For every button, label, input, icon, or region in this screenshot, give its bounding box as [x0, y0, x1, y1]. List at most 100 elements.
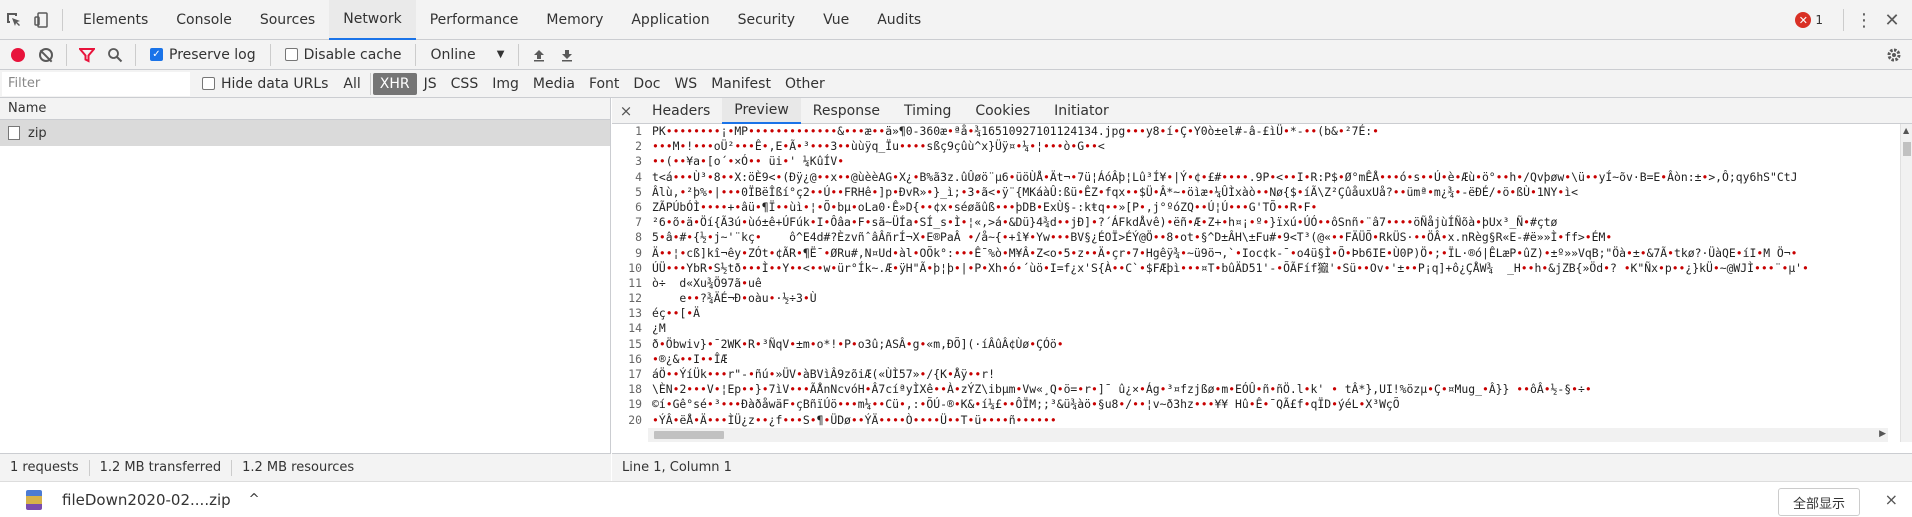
- download-bar: fileDown2020-02....zip ^ 全部显示 ×: [0, 481, 1912, 517]
- tab-initiator[interactable]: Initiator: [1042, 98, 1121, 124]
- filter-bar: Hide data URLs All XHR JS CSS Img Media …: [0, 70, 1912, 98]
- preview-line: 16 •®¿&••I••ÎÆ: [612, 352, 1900, 367]
- zip-file-icon[interactable]: [26, 489, 42, 510]
- line-number: 20: [628, 412, 642, 427]
- line-number: 4: [635, 169, 642, 184]
- scrollbar-thumb[interactable]: [1903, 142, 1911, 156]
- line-text: Âlù,•²þ%•|•••0ÏBëÎßí°ç2••Ú••FRHê•]p•ÐvR»…: [652, 184, 1578, 199]
- search-button[interactable]: [101, 40, 129, 70]
- line-number: 10: [628, 260, 642, 275]
- hide-data-urls-label: Hide data URLs: [221, 75, 329, 92]
- table-row[interactable]: zip: [0, 120, 610, 146]
- filter-toggle-button[interactable]: [73, 40, 101, 70]
- tab-performance[interactable]: Performance: [416, 0, 533, 40]
- filter-type-img[interactable]: Img: [485, 73, 526, 95]
- tab-sources[interactable]: Sources: [246, 0, 329, 40]
- more-options-icon[interactable]: ⋮: [1850, 0, 1878, 40]
- tab-timing[interactable]: Timing: [892, 98, 963, 124]
- close-icon[interactable]: ×: [1885, 490, 1898, 509]
- preview-line: 9 Ä••¦•cß]kî¬êy•ZÓt•¢ÃR•¶Ë¯•ØRu#,N¤Ud•àl•…: [612, 246, 1900, 261]
- clear-button[interactable]: [32, 40, 60, 70]
- show-all-button[interactable]: 全部显示: [1777, 488, 1860, 516]
- tab-headers[interactable]: Headers: [640, 98, 722, 124]
- filter-type-xhr[interactable]: XHR: [372, 72, 417, 95]
- line-text: ZÃPÚbÓÌ••••+•âü•¶Ï••ùì•¦•Õ•bµ•oLa0·Ê»D{•…: [652, 199, 1318, 214]
- request-list: Name zip: [0, 98, 611, 453]
- chevron-up-icon[interactable]: ^: [249, 492, 260, 507]
- tab-memory[interactable]: Memory: [532, 0, 617, 40]
- filter-type-manifest[interactable]: Manifest: [704, 73, 778, 95]
- tab-elements[interactable]: Elements: [69, 0, 162, 40]
- filter-type-other[interactable]: Other: [778, 73, 832, 95]
- tab-preview[interactable]: Preview: [722, 97, 801, 124]
- network-settings-button[interactable]: [1880, 40, 1908, 70]
- separator: [518, 43, 520, 66]
- tab-response[interactable]: Response: [801, 98, 892, 124]
- line-text: •®¿&••I••ÎÆ: [652, 351, 728, 366]
- scrollbar-thumb[interactable]: [654, 431, 724, 439]
- export-har-button[interactable]: [553, 40, 581, 70]
- close-details-icon[interactable]: ×: [612, 102, 640, 120]
- filter-type-doc[interactable]: Doc: [626, 73, 667, 95]
- preview-line: 14 ¿M: [612, 321, 1900, 336]
- separator: [62, 8, 63, 31]
- scroll-right-icon[interactable]: ▶: [1879, 429, 1886, 439]
- preview-line: 6 ZÃPÚbÓÌ••••+•âü•¶Ï••ùì•¦•Õ•bµ•oLa0·Ê»D{…: [612, 200, 1900, 215]
- line-text: •ÝÂ•ëÅ•Ä•••ÌÜ¿z••¿f•••S•¶•ÜDø••ÝÄ••••Ò••…: [652, 412, 1057, 427]
- filter-type-ws[interactable]: WS: [667, 73, 704, 95]
- vertical-scrollbar[interactable]: ▲: [1900, 124, 1912, 442]
- filter-type-font[interactable]: Font: [582, 73, 626, 95]
- tab-audits[interactable]: Audits: [863, 0, 935, 40]
- download-filename[interactable]: fileDown2020-02....zip: [62, 491, 231, 509]
- column-header-name[interactable]: Name: [0, 98, 610, 120]
- error-icon[interactable]: ✕: [1795, 12, 1812, 28]
- record-icon: [11, 47, 25, 62]
- request-details: × Headers Preview Response Timing Cookie…: [612, 97, 1912, 481]
- hide-data-urls-checkbox[interactable]: Hide data URLs: [194, 76, 336, 92]
- request-count: 1 requests: [10, 460, 79, 475]
- disable-cache-checkbox[interactable]: Disable cache: [277, 47, 410, 63]
- preserve-log-checkbox[interactable]: ✓ Preserve log: [142, 47, 264, 63]
- line-number: 19: [628, 397, 642, 412]
- cursor-position: Line 1, Column 1: [612, 453, 1912, 481]
- line-number: 15: [628, 336, 642, 351]
- separator: [66, 43, 67, 66]
- filter-type-js[interactable]: JS: [417, 73, 444, 95]
- device-toolbar-icon[interactable]: [28, 0, 56, 40]
- scroll-up-icon[interactable]: ▲: [1903, 126, 1909, 135]
- line-text: ²6•õ•ä•Öí{Ã3ú•ùó±ê+ÚFúk•I•Ôâa•F•sã~ÜÍa•S…: [652, 215, 1558, 230]
- record-button[interactable]: [4, 40, 32, 70]
- line-text: ò÷ d«Xu¾Ö97ã•uê: [652, 275, 762, 290]
- tab-vue[interactable]: Vue: [809, 0, 863, 40]
- checkbox-box: [202, 77, 215, 90]
- horizontal-scrollbar[interactable]: ▶: [648, 428, 1888, 442]
- filter-input[interactable]: [2, 71, 190, 96]
- line-number: 16: [628, 351, 642, 366]
- line-number: 8: [635, 230, 642, 245]
- line-number: 14: [628, 321, 642, 336]
- preview-line: 7 ²6•õ•ä•Öí{Ã3ú•ùó±ê+ÚFúk•I•Ôâa•F•sã~ÜÍa•…: [612, 215, 1900, 230]
- import-har-button[interactable]: [525, 40, 553, 70]
- filter-type-media[interactable]: Media: [526, 73, 582, 95]
- disable-cache-label: Disable cache: [303, 46, 402, 63]
- line-number: 17: [628, 367, 642, 381]
- close-devtools-icon[interactable]: ✕: [1878, 0, 1906, 40]
- tab-console[interactable]: Console: [162, 0, 246, 40]
- separator: [415, 43, 417, 66]
- filter-type-all[interactable]: All: [336, 73, 367, 95]
- throttle-select[interactable]: Online ▼: [422, 47, 512, 63]
- tab-network[interactable]: Network: [329, 0, 416, 40]
- filter-type-css[interactable]: CSS: [444, 73, 486, 95]
- error-count[interactable]: 1: [1815, 13, 1823, 27]
- line-number: 1: [635, 124, 642, 138]
- line-number: 5: [635, 184, 642, 199]
- tab-security[interactable]: Security: [724, 0, 810, 40]
- preview-line: 3 ••(••¥a•[o´•×Ó•• üi•' ¼KûÍV•: [612, 154, 1900, 169]
- inspect-element-icon[interactable]: [0, 0, 28, 40]
- line-number: 6: [635, 199, 642, 214]
- preview-content[interactable]: 1 PK••••••••¡•MP•••••••••••••&•••æ••ä»¶0-…: [612, 124, 1900, 442]
- tab-application[interactable]: Application: [617, 0, 723, 40]
- preview-line: 18 \ÈN•2•••V•¦Ep••}•7ìV•••ÃÅnNcvóH•Â7cíªy…: [612, 382, 1900, 397]
- transferred-size: 1.2 MB transferred: [99, 460, 222, 475]
- tab-cookies[interactable]: Cookies: [963, 98, 1042, 124]
